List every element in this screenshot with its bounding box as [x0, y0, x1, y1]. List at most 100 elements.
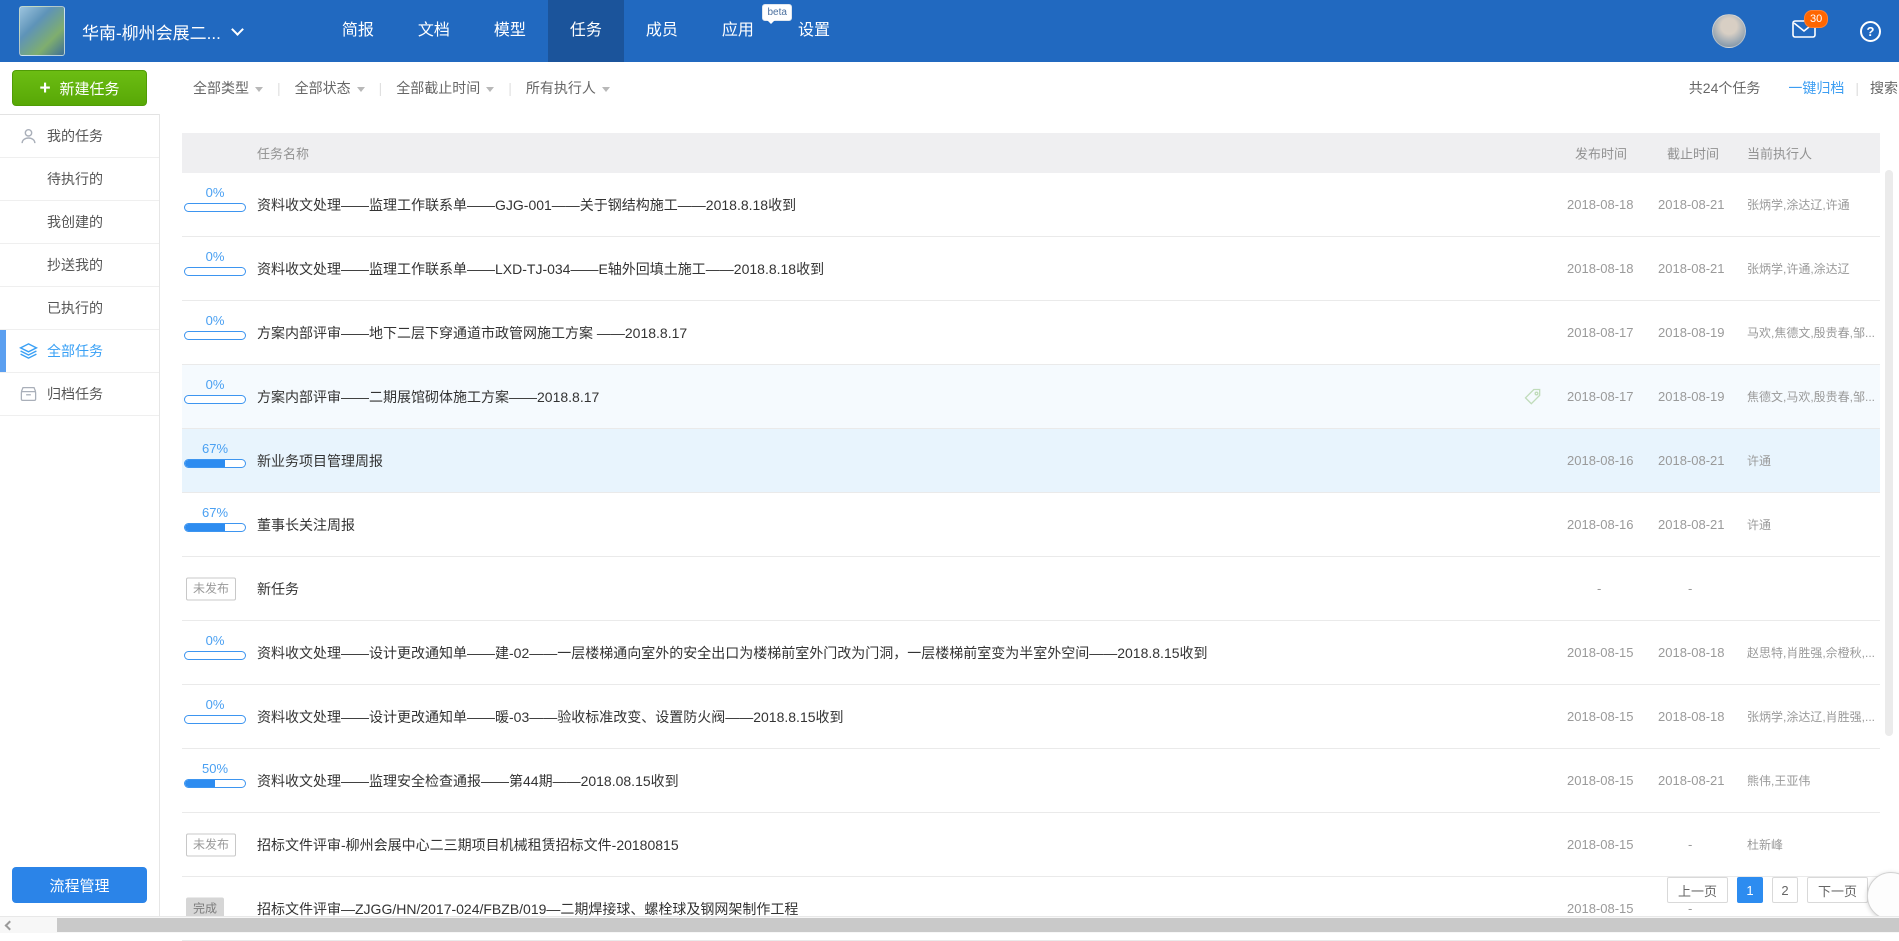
publish-time: 2018-08-15: [1567, 621, 1652, 684]
search-link[interactable]: 搜索: [1870, 78, 1898, 98]
task-row[interactable]: 未发布新任务--: [182, 557, 1880, 621]
project-title[interactable]: 华南-柳州会展二...: [82, 19, 221, 44]
publish-time: 2018-08-18: [1567, 173, 1652, 236]
progress-percent: 0%: [184, 697, 246, 712]
progress-percent: 0%: [184, 633, 246, 648]
task-status-cell: 0%: [184, 301, 246, 364]
nav-item-成员[interactable]: 成员: [624, 0, 700, 62]
horizontal-scrollbar[interactable]: [0, 916, 1899, 933]
vertical-scrollbar[interactable]: [1885, 170, 1893, 736]
task-status-cell: 未发布: [184, 813, 246, 876]
messages-button[interactable]: 30: [1792, 20, 1816, 43]
task-name[interactable]: 招标文件评审-柳州会展中心二三期项目机械租赁招标文件-20180815: [257, 813, 679, 876]
task-row[interactable]: 0%资料收文处理——监理工作联系单——LXD-TJ-034——E轴外回填土施工—…: [182, 237, 1880, 301]
filter-dropdown-全部截止时间[interactable]: 全部截止时间: [396, 78, 494, 98]
current-executor: 张炳学,许通,涂达辽: [1747, 237, 1877, 300]
task-row[interactable]: 67%董事长关注周报2018-08-162018-08-21许通: [182, 493, 1880, 557]
sidebar-item-全部任务[interactable]: 全部任务: [0, 330, 159, 373]
sidebar-item-归档任务[interactable]: 归档任务: [0, 373, 159, 416]
divider: |: [277, 80, 281, 96]
next-page-button[interactable]: 下一页: [1807, 877, 1868, 903]
sidebar-item-已执行的[interactable]: 已执行的: [0, 287, 159, 330]
task-name[interactable]: 资料收文处理——设计更改通知单——暖-03——验收标准改变、设置防火阀——201…: [257, 685, 844, 748]
current-executor: 杜新峰: [1747, 813, 1877, 876]
sidebar-item-我的任务[interactable]: 我的任务: [0, 115, 159, 158]
nav-item-模型[interactable]: 模型: [472, 0, 548, 62]
progress-bar: [184, 331, 246, 340]
archive-all-link[interactable]: 一键归档: [1788, 78, 1844, 98]
progress-bar-fill: [185, 780, 215, 787]
sidebar-item-label: 抄送我的: [47, 255, 103, 275]
tag-icon: [1523, 387, 1543, 412]
filter-dropdown-全部类型[interactable]: 全部类型: [193, 78, 263, 98]
task-status-cell: 未发布: [184, 557, 246, 620]
table-body: 0% 资料收文处理——监理工作联系单——GJG-001——关于钢结构施工——201…: [182, 173, 1880, 941]
divider: |: [508, 80, 512, 96]
sidebar-item-label: 待执行的: [47, 169, 103, 189]
publish-time: 2018-08-17: [1567, 365, 1652, 428]
task-row[interactable]: 0%资料收文处理——监理工作联系单——GJG-001——关于钢结构施工——201…: [182, 173, 1880, 237]
publish-time: 2018-08-18: [1567, 237, 1652, 300]
publish-time: 2018-08-15: [1567, 685, 1652, 748]
filter-dropdown-所有执行人[interactable]: 所有执行人: [526, 78, 610, 98]
chevron-down-icon[interactable]: [231, 23, 244, 36]
deadline-time: 2018-08-21: [1658, 237, 1743, 300]
page-button-1[interactable]: 1: [1737, 877, 1763, 903]
task-row[interactable]: 50% 资料收文处理——监理安全检查通报——第44期——2018.08.15收到 2…: [182, 749, 1880, 813]
sidebar-item-label: 已执行的: [47, 298, 103, 318]
deadline-time: 2018-08-21: [1658, 429, 1743, 492]
sidebar-item-待执行的[interactable]: 待执行的: [0, 158, 159, 201]
current-executor: 熊伟,王亚伟: [1747, 749, 1877, 812]
progress-percent: 0%: [184, 313, 246, 328]
user-icon: [19, 127, 38, 146]
publish-time: -: [1567, 557, 1652, 620]
horizontal-scrollbar-thumb[interactable]: [57, 918, 1899, 932]
deadline-time: 2018-08-19: [1658, 301, 1743, 364]
new-task-label: 新建任务: [60, 78, 120, 99]
task-name[interactable]: 资料收文处理——设计更改通知单——建-02——一层楼梯通向室外的安全出口为楼梯前…: [257, 621, 1208, 684]
publish-time: 2018-08-15: [1567, 749, 1652, 812]
process-management-button[interactable]: 流程管理: [12, 867, 147, 903]
avatar[interactable]: [1712, 14, 1746, 48]
filter-label: 全部状态: [295, 78, 351, 98]
task-name[interactable]: 资料收文处理——监理工作联系单——LXD-TJ-034——E轴外回填土施工——2…: [257, 237, 824, 300]
filter-dropdown-全部状态[interactable]: 全部状态: [295, 78, 365, 98]
task-row[interactable]: 0% 资料收文处理——设计更改通知单——建-02——一层楼梯通向室外的安全出口为楼…: [182, 621, 1880, 685]
task-name[interactable]: 新业务项目管理周报: [257, 429, 383, 492]
publish-time: 2018-08-17: [1567, 301, 1652, 364]
new-task-button[interactable]: + 新建任务: [12, 70, 147, 106]
nav-item-设置[interactable]: 设置: [776, 0, 852, 62]
progress-percent: 50%: [184, 761, 246, 776]
prev-page-button[interactable]: 上一页: [1667, 877, 1728, 903]
current-executor: 赵思特,肖胜强,佘橙秋,...: [1747, 621, 1877, 684]
scroll-left-arrow-icon[interactable]: [5, 921, 15, 931]
nav-item-任务[interactable]: 任务: [548, 0, 624, 62]
task-row[interactable]: 0% 方案内部评审——地下二层下穿通道市政管网施工方案 ——2018.8.17 20…: [182, 301, 1880, 365]
progress-bar: [184, 395, 246, 404]
task-row[interactable]: 未发布招标文件评审-柳州会展中心二三期项目机械租赁招标文件-2018081520…: [182, 813, 1880, 877]
task-name[interactable]: 资料收文处理——监理工作联系单——GJG-001——关于钢结构施工——2018.…: [257, 173, 796, 236]
current-executor: 张炳学,涂达辽,许通: [1747, 173, 1877, 236]
nav-item-应用[interactable]: 应用beta: [700, 0, 776, 62]
task-name[interactable]: 方案内部评审——二期展馆砌体施工方案——2018.8.17: [257, 365, 599, 428]
deadline-time: -: [1658, 813, 1743, 876]
progress-bar: [184, 651, 246, 660]
task-row[interactable]: 0%方案内部评审——二期展馆砌体施工方案——2018.8.172018-08-1…: [182, 365, 1880, 429]
sidebar-item-抄送我的[interactable]: 抄送我的: [0, 244, 159, 287]
sidebar-item-label: 我创建的: [47, 212, 103, 232]
help-button[interactable]: ?: [1860, 21, 1881, 42]
page-button-2[interactable]: 2: [1772, 877, 1798, 903]
task-name[interactable]: 新任务: [257, 557, 299, 620]
unread-count-badge: 30: [1804, 10, 1828, 28]
nav-item-文档[interactable]: 文档: [396, 0, 472, 62]
table-header: 任务名称 发布时间 截止时间 当前执行人: [182, 133, 1880, 173]
topbar-right: 30 ?: [1712, 14, 1881, 48]
task-row[interactable]: 0% 资料收文处理——设计更改通知单——暖-03——验收标准改变、设置防火阀——2…: [182, 685, 1880, 749]
progress-bar: [184, 267, 246, 276]
task-name[interactable]: 资料收文处理——监理安全检查通报——第44期——2018.08.15收到: [257, 749, 679, 812]
task-name[interactable]: 董事长关注周报: [257, 493, 355, 556]
task-name[interactable]: 方案内部评审——地下二层下穿通道市政管网施工方案 ——2018.8.17: [257, 301, 687, 364]
task-row[interactable]: 67%新业务项目管理周报2018-08-162018-08-21许通: [182, 429, 1880, 493]
sidebar-item-我创建的[interactable]: 我创建的: [0, 201, 159, 244]
nav-item-简报[interactable]: 简报: [320, 0, 396, 62]
